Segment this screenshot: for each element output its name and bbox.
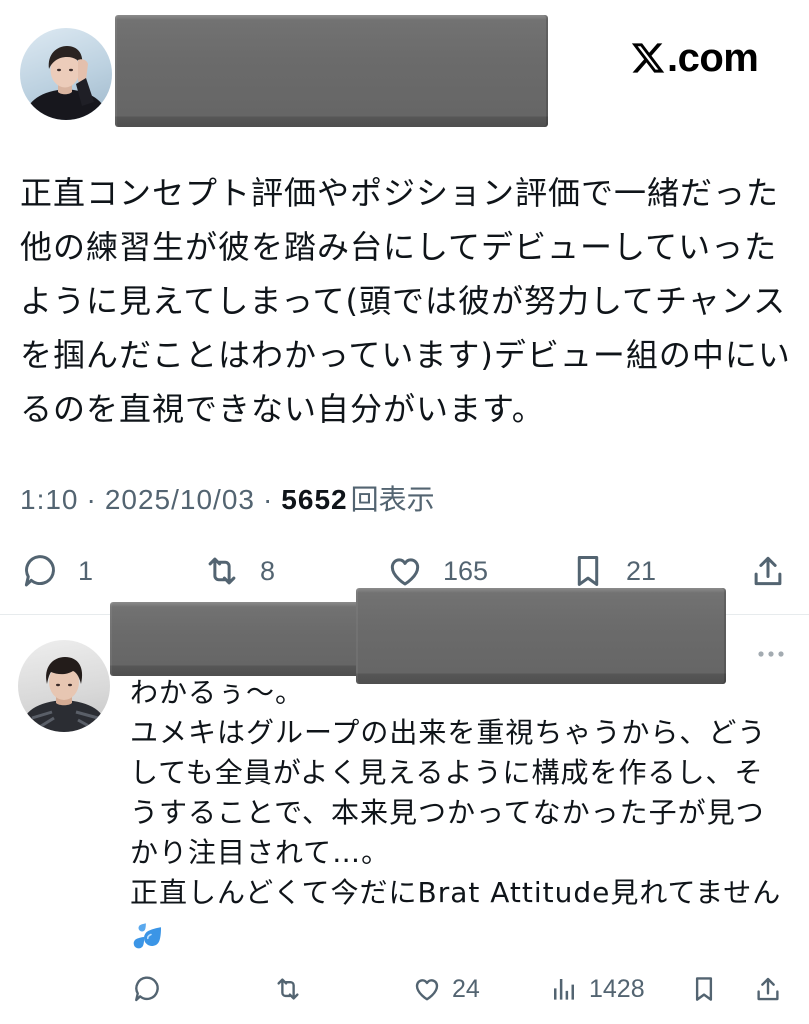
reply-reply-button[interactable] — [132, 974, 162, 1004]
reply-text: わかるぅ〜。 ユメキはグループの出来を重視ちゃうから、どう しても全員がよく見え… — [130, 673, 781, 958]
like-icon — [386, 552, 424, 590]
reply-count: 1 — [78, 555, 94, 586]
meta-separator: · — [262, 484, 274, 515]
post-text-line: ように見えてしまって(頭では彼が努力してチャンス — [20, 282, 787, 320]
post-text-line: るのを直視できない自分がいます。 — [20, 390, 545, 428]
bookmark-icon — [689, 974, 719, 1004]
reply-like-button[interactable]: 24 — [412, 974, 480, 1004]
more-options-button[interactable] — [755, 641, 787, 667]
reply-text-line: うすることで、本来見つかってなかった子が見つ — [130, 796, 765, 829]
brand-domain: .com — [667, 36, 759, 80]
reply-text-line: ユメキはグループの出来を重視ちゃうから、どう — [130, 716, 767, 749]
bookmark-button[interactable]: 21 — [569, 552, 656, 590]
post-meta: 1:10 · 2025/10/03 · 5652 回表示 — [20, 484, 435, 516]
reply-author-avatar-image — [20, 657, 108, 732]
reply-text-line: かり注目されて…。 — [130, 836, 391, 869]
more-icon — [755, 641, 787, 667]
reply-like-count: 24 — [452, 974, 480, 1003]
reply-emoji-line — [130, 918, 781, 958]
bookmark-icon — [569, 552, 607, 590]
post-text-line: を掴んだことはわかっています)デビュー組の中にい — [20, 336, 791, 374]
meta-separator: · — [86, 484, 97, 515]
reply-icon — [21, 552, 59, 590]
share-icon — [749, 552, 787, 590]
reply-button[interactable]: 1 — [21, 552, 93, 590]
reply-view-count: 1428 — [589, 974, 645, 1003]
reply-icon — [132, 974, 162, 1004]
like-button[interactable]: 165 — [386, 552, 488, 590]
post-text-line: 正直コンセプト評価やポジション評価で一緒だった — [20, 174, 780, 212]
redacted-author-name — [115, 15, 548, 127]
redacted-reply-author-handle — [356, 588, 726, 684]
reply-text-line: 正直しんどくて今だにBrat Attitude見れてません — [130, 876, 782, 909]
reply-repost-button[interactable] — [273, 974, 303, 1004]
repost-icon — [203, 552, 241, 590]
reply-share-button[interactable] — [753, 974, 783, 1004]
x-brand-label: .com — [630, 36, 759, 80]
post-text-line: 他の練習生が彼を踏み台にしてデビューしていった — [20, 228, 778, 266]
reply-bookmark-button[interactable] — [689, 974, 719, 1004]
views-icon — [549, 974, 579, 1004]
post-text: 正直コンセプト評価やポジション評価で一緒だった 他の練習生が彼を踏み台にしてデビ… — [20, 166, 791, 436]
repost-icon — [273, 974, 303, 1004]
post-date[interactable]: 2025/10/03 — [105, 484, 255, 515]
bookmark-count: 21 — [626, 555, 657, 586]
repost-button[interactable]: 8 — [203, 552, 275, 590]
author-avatar-image — [24, 46, 108, 120]
reply-views-button[interactable]: 1428 — [549, 974, 645, 1004]
reply-text-line: しても全員がよく見えるように構成を作るし、そ — [130, 756, 764, 789]
share-icon — [753, 974, 783, 1004]
view-count-label: 回表示 — [350, 483, 435, 516]
author-avatar[interactable] — [20, 28, 112, 120]
x-logo-icon — [630, 40, 666, 76]
share-button[interactable] — [749, 552, 787, 590]
repost-count: 8 — [260, 555, 276, 586]
like-count: 165 — [443, 555, 489, 586]
redacted-reply-author-name — [110, 602, 372, 676]
reply-author-avatar[interactable] — [18, 640, 110, 732]
view-count: 5652 — [281, 484, 348, 515]
sweat-droplets-icon — [130, 918, 166, 954]
post-time[interactable]: 1:10 — [20, 484, 79, 515]
like-icon — [412, 974, 442, 1004]
post-screenshot: .com 正直コンセプト評価やポジション評価で一緒だった 他の練習生が彼を踏み台… — [0, 0, 809, 1024]
